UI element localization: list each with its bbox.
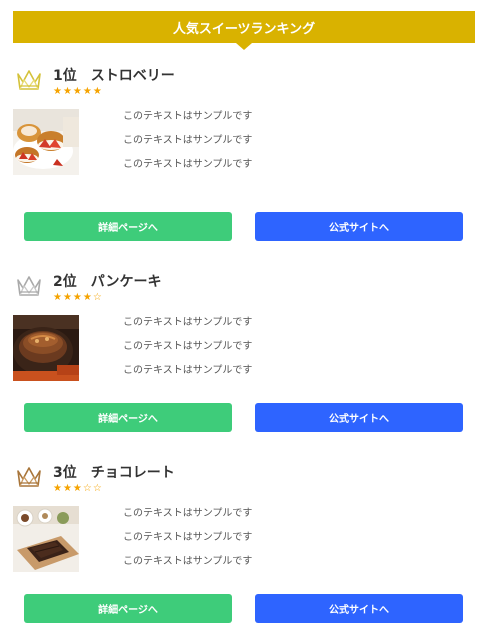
description-line: このテキストはサンプルです <box>123 159 253 170</box>
star-rating: ★★★★☆ <box>53 292 103 303</box>
description-line: このテキストはサンプルです <box>123 556 253 567</box>
description-list: このテキストはサンプルです このテキストはサンプルです このテキストはサンプルで… <box>123 111 252 183</box>
star-rating: ★★★☆☆ <box>53 483 103 494</box>
description-line: このテキストはサンプルです <box>123 111 253 122</box>
silver-crown-icon <box>16 273 42 299</box>
description-line: このテキストはサンプルです <box>123 135 253 146</box>
item-name: パンケーキ <box>90 274 162 290</box>
gold-crown-icon <box>16 67 42 93</box>
official-button-label: 公式サイトへ <box>329 414 389 425</box>
ranking-item-1: 1位 ストロベリー ★★★★★ このテキストはサンプルです このテキストはサンプル… <box>0 67 488 247</box>
description-list: このテキストはサンプルです このテキストはサンプルです このテキストはサンプルで… <box>123 317 252 389</box>
description-line: このテキストはサンプルです <box>123 365 253 376</box>
detail-page-button[interactable]: 詳細ページへ <box>24 212 232 241</box>
strawberry-dessert-image <box>13 109 79 175</box>
official-site-button[interactable]: 公式サイトへ <box>255 403 463 432</box>
ranking-item-2: 2位 パンケーキ ★★★★☆ このテキストはサンプルです このテキストはサンプルで… <box>0 273 488 438</box>
ranking-header-title: 人気スイーツランキング <box>172 21 316 37</box>
official-button-label: 公式サイトへ <box>329 223 389 234</box>
header-arrow <box>236 43 252 50</box>
official-button-label: 公式サイトへ <box>329 605 389 616</box>
star-rating: ★★★★★ <box>53 86 103 97</box>
ranking-item-3: 3位 チョコレート ★★★☆☆ このテキストはサンプルです このテキストはサンプル… <box>0 464 488 629</box>
detail-page-button[interactable]: 詳細ページへ <box>24 403 232 432</box>
description-line: このテキストはサンプルです <box>123 341 253 352</box>
detail-button-label: 詳細ページへ <box>98 223 158 234</box>
detail-button-label: 詳細ページへ <box>98 605 158 616</box>
pancake-image <box>13 315 79 381</box>
chocolate-image <box>13 506 79 572</box>
item-name: チョコレート <box>90 465 175 481</box>
rank-label: 2位 <box>53 274 77 290</box>
ranking-header: 人気スイーツランキング <box>13 11 475 43</box>
detail-page-button[interactable]: 詳細ページへ <box>24 594 232 623</box>
item-title: 1位 ストロベリー <box>53 65 175 85</box>
item-title: 3位 チョコレート <box>53 462 175 482</box>
detail-button-label: 詳細ページへ <box>98 414 158 425</box>
rank-label: 3位 <box>53 465 77 481</box>
official-site-button[interactable]: 公式サイトへ <box>255 594 463 623</box>
description-line: このテキストはサンプルです <box>123 317 253 328</box>
description-line: このテキストはサンプルです <box>123 508 253 519</box>
official-site-button[interactable]: 公式サイトへ <box>255 212 463 241</box>
bronze-crown-icon <box>16 464 42 490</box>
item-name: ストロベリー <box>90 68 175 84</box>
description-list: このテキストはサンプルです このテキストはサンプルです このテキストはサンプルで… <box>123 508 252 580</box>
item-title: 2位 パンケーキ <box>53 271 161 291</box>
description-line: このテキストはサンプルです <box>123 532 253 543</box>
rank-label: 1位 <box>53 68 77 84</box>
